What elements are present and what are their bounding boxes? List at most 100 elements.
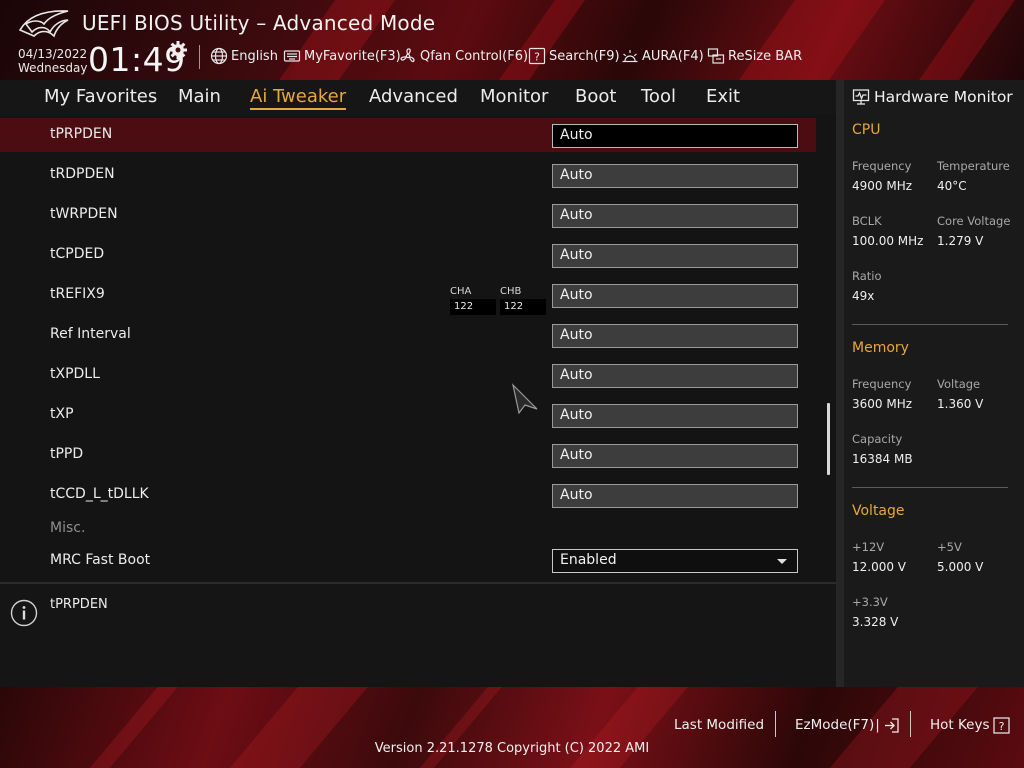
chevron-down-icon [777, 559, 787, 564]
misc-section-label: Misc. [50, 520, 86, 536]
search-button[interactable]: ? Search(F9) [528, 46, 620, 66]
setting-label: tXP [50, 406, 74, 422]
setting-row-txp[interactable]: tXP Auto [0, 398, 816, 432]
monitor-icon [852, 89, 870, 105]
setting-row-tccd-l-tdllk[interactable]: tCCD_L_tDLLK Auto [0, 478, 816, 512]
tab-boot[interactable]: Boot [575, 86, 616, 107]
setting-row-trefix9[interactable]: tREFIX9 Auto [0, 278, 816, 312]
channel-b-name: CHB [500, 286, 522, 297]
ratio-value: 49x [852, 289, 875, 303]
setting-value-field[interactable]: Auto [552, 484, 798, 508]
aura-button[interactable]: AURA(F4) [621, 46, 704, 66]
hardware-monitor-title-text: Hardware Monitor [874, 88, 1013, 106]
setting-row-twrpden[interactable]: tWRPDEN Auto [0, 198, 816, 232]
setting-value-field[interactable]: Auto [552, 204, 798, 228]
channel-a-value: 122 [450, 299, 496, 315]
setting-value-field[interactable]: Auto [552, 364, 798, 388]
hardware-monitor-panel: Hardware Monitor CPU Frequency 4900 MHz … [844, 80, 1024, 687]
memory-voltage-label: Voltage [937, 377, 981, 391]
capacity-value: 16384 MB [852, 452, 913, 466]
footer-bar: Last Modified EzMode(F7) | Hot Keys ? Ve… [0, 687, 1024, 768]
setting-label: tRDPDEN [50, 166, 115, 182]
setting-value-field[interactable]: Auto [552, 244, 798, 268]
v33-value: 3.328 V [852, 615, 899, 629]
resize-bar-icon [707, 48, 725, 64]
channel-b-readout: CHB 122 [500, 286, 546, 315]
section-divider [852, 487, 1008, 488]
tab-advanced[interactable]: Advanced [369, 86, 458, 107]
tab-main[interactable]: Main [178, 86, 221, 107]
ezmode-button[interactable]: EzMode(F7) | [795, 715, 900, 735]
qfan-control-label: Qfan Control(F6) [420, 48, 529, 64]
last-modified-button[interactable]: Last Modified [674, 715, 764, 735]
memory-frequency-value: 3600 MHz [852, 397, 913, 411]
date-text: 04/13/2022 [18, 47, 88, 61]
v12-value: 12.000 V [852, 560, 907, 574]
tab-monitor[interactable]: Monitor [480, 86, 548, 107]
setting-row-ref-interval[interactable]: Ref Interval Auto [0, 318, 816, 352]
language-button[interactable]: English [210, 46, 278, 66]
hot-keys-button[interactable]: Hot Keys ? [930, 715, 1010, 735]
cpu-section-title: CPU [852, 122, 881, 138]
ezmode-label: EzMode(F7) [795, 717, 875, 733]
fan-icon [400, 48, 415, 63]
help-panel: tPRPDEN [0, 582, 836, 687]
footer-separator [910, 711, 911, 737]
mouse-cursor-icon [511, 383, 538, 415]
tab-tool[interactable]: Tool [641, 86, 676, 107]
setting-label: tREFIX9 [50, 286, 105, 302]
exit-arrow-icon [884, 717, 899, 733]
core-voltage-value: 1.279 V [937, 234, 984, 248]
setting-value-field[interactable]: Auto [552, 284, 798, 308]
settings-scrollbar[interactable] [827, 403, 830, 475]
setting-label: tWRPDEN [50, 206, 118, 222]
qfan-control-button[interactable]: Qfan Control(F6) [399, 46, 528, 66]
language-label: English [231, 48, 278, 64]
setting-value-field[interactable]: Auto [552, 324, 798, 348]
resize-bar-button[interactable]: ReSize BAR [707, 46, 802, 66]
v5-value: 5.000 V [937, 560, 984, 574]
v33-label: +3.3V [852, 595, 888, 609]
setting-label: tXPDLL [50, 366, 100, 382]
memory-frequency-label: Frequency [852, 377, 912, 391]
setting-label: tPRPDEN [50, 126, 113, 142]
search-label: Search(F9) [549, 48, 620, 64]
setting-row-tprpden[interactable]: tPRPDEN Auto [0, 118, 816, 152]
gear-icon[interactable] [168, 40, 188, 60]
version-text: Version 2.21.1278 Copyright (C) 2022 AMI [374, 741, 650, 756]
setting-value-field[interactable]: Auto [552, 164, 798, 188]
channel-a-readout: CHA 122 [450, 286, 496, 315]
bclk-label: BCLK [852, 214, 882, 228]
myfavorite-label: MyFavorite(F3) [304, 48, 401, 64]
setting-label: tPPD [50, 446, 84, 462]
setting-row-tcpded[interactable]: tCPDED Auto [0, 238, 816, 272]
myfavorite-button[interactable]: MyFavorite(F3) [283, 46, 401, 66]
setting-row-txpdll[interactable]: tXPDLL Auto [0, 358, 816, 392]
bclk-value: 100.00 MHz [852, 234, 924, 248]
header-bar: UEFI BIOS Utility – Advanced Mode 04/13/… [0, 0, 1024, 80]
setting-label: Ref Interval [50, 326, 131, 342]
app-title: UEFI BIOS Utility – Advanced Mode [82, 11, 436, 35]
mrc-fast-boot-label: MRC Fast Boot [50, 552, 151, 568]
setting-value-field[interactable]: Auto [552, 404, 798, 428]
separator-bar: | [875, 717, 880, 733]
tab-ai-tweaker[interactable]: Ai Tweaker [250, 86, 347, 110]
setting-label: tCCD_L_tDLLK [50, 486, 149, 502]
info-icon [10, 599, 38, 627]
cpu-temperature-value: 40°C [937, 179, 967, 193]
mrc-fast-boot-dropdown[interactable]: Enabled [552, 549, 798, 573]
cpu-frequency-label: Frequency [852, 159, 912, 173]
cpu-frequency-value: 4900 MHz [852, 179, 913, 193]
help-description: tPRPDEN [50, 597, 108, 612]
header-separator [199, 45, 200, 69]
tab-my-favorites[interactable]: My Favorites [44, 86, 157, 107]
panel-divider [836, 80, 844, 687]
tab-exit[interactable]: Exit [706, 86, 740, 107]
setting-row-trdpden[interactable]: tRDPDEN Auto [0, 158, 816, 192]
setting-value-field[interactable]: Auto [552, 444, 798, 468]
footer-separator [775, 711, 776, 737]
setting-row-tppd[interactable]: tPPD Auto [0, 438, 816, 472]
setting-value-field[interactable]: Auto [552, 124, 798, 148]
voltage-section-title: Voltage [852, 503, 905, 519]
capacity-label: Capacity [852, 432, 903, 446]
